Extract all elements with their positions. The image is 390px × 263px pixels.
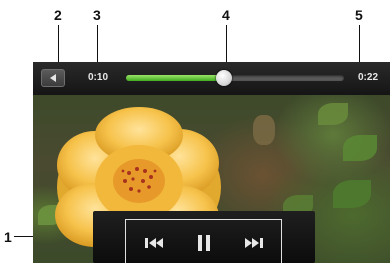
- transport-controls: [93, 211, 315, 263]
- pause-button[interactable]: [190, 231, 218, 255]
- video-player-screen[interactable]: 0:10 0:22: [33, 62, 390, 263]
- progress-thumb[interactable]: [216, 70, 233, 86]
- callout-3: 3: [93, 7, 101, 23]
- leaf: [253, 115, 275, 145]
- leaf: [318, 103, 348, 125]
- progress-track[interactable]: [126, 70, 344, 86]
- elapsed-time: 0:10: [88, 72, 109, 83]
- previous-button[interactable]: [140, 231, 168, 255]
- transport-frame: [125, 219, 282, 263]
- next-button[interactable]: [240, 231, 268, 255]
- back-arrow-icon: [50, 74, 56, 82]
- previous-icon: [145, 238, 163, 248]
- pause-icon: [198, 235, 210, 251]
- leaf: [343, 135, 377, 161]
- leaf: [333, 180, 371, 208]
- total-duration: 0:22: [358, 72, 379, 83]
- callout-4: 4: [222, 7, 230, 23]
- callout-2: 2: [54, 7, 62, 23]
- callout-1: 1: [4, 229, 12, 245]
- callout-5: 5: [355, 7, 363, 23]
- progress-fill: [126, 75, 225, 81]
- top-control-bar: 0:10 0:22: [33, 62, 390, 95]
- next-icon: [245, 238, 263, 248]
- back-button[interactable]: [41, 69, 65, 87]
